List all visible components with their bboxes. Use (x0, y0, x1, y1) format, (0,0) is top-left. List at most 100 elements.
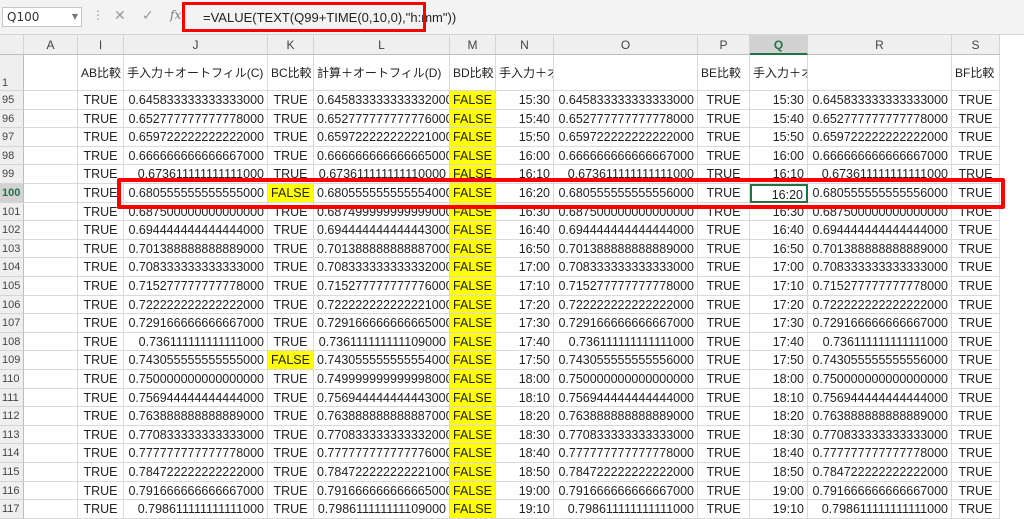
cell-i117[interactable]: TRUE (78, 500, 124, 519)
header-cell-n[interactable]: 手入力＋オートフィル+value&text€ (496, 55, 554, 91)
cell-p113[interactable]: TRUE (698, 425, 750, 445)
cell-k96[interactable]: TRUE (268, 109, 314, 129)
cell-j116[interactable]: 0.791666666666667000 (124, 481, 268, 501)
cell-m107[interactable]: FALSE (450, 314, 496, 333)
cell-o113[interactable]: 0.770833333333333000 (554, 425, 698, 445)
cell-a102[interactable] (24, 221, 78, 240)
cell-n114[interactable]: 18:40 (496, 444, 554, 463)
name-box[interactable]: Q100 ▼ (2, 7, 82, 27)
cell-i95[interactable]: TRUE (78, 91, 124, 110)
cell-j104[interactable]: 0.708333333333333000 (124, 258, 268, 277)
cell-r98[interactable]: 0.666666666666667000 (808, 146, 952, 166)
cell-s96[interactable]: TRUE (952, 109, 1000, 129)
cell-l112[interactable]: 0.763888888888887000 (314, 407, 450, 426)
cell-l111[interactable]: 0.756944444444443000 (314, 388, 450, 408)
cell-p114[interactable]: TRUE (698, 444, 750, 463)
cell-q106[interactable]: 17:20 (750, 295, 808, 315)
cell-q102[interactable]: 16:40 (750, 221, 808, 240)
cell-n116[interactable]: 19:00 (496, 481, 554, 501)
cell-a96[interactable] (24, 109, 78, 129)
cell-l109[interactable]: 0.743055555555554000 (314, 351, 450, 370)
column-header-r[interactable]: R (808, 35, 952, 55)
cell-r102[interactable]: 0.694444444444444000 (808, 221, 952, 240)
cell-p95[interactable]: TRUE (698, 91, 750, 110)
row-header-116[interactable]: 116 (0, 481, 24, 501)
cell-q95[interactable]: 15:30 (750, 91, 808, 110)
cell-o109[interactable]: 0.743055555555556000 (554, 351, 698, 370)
cell-p107[interactable]: TRUE (698, 314, 750, 333)
cell-j107[interactable]: 0.729166666666667000 (124, 314, 268, 333)
row-header-97[interactable]: 97 (0, 128, 24, 147)
column-header-l[interactable]: L (314, 35, 450, 55)
cell-o106[interactable]: 0.722222222222222000 (554, 295, 698, 315)
cell-m113[interactable]: FALSE (450, 425, 496, 445)
cell-k108[interactable]: TRUE (268, 332, 314, 352)
cell-j96[interactable]: 0.652777777777778000 (124, 109, 268, 129)
cell-q103[interactable]: 16:50 (750, 239, 808, 259)
cell-o111[interactable]: 0.756944444444444000 (554, 388, 698, 408)
row-header-98[interactable]: 98 (0, 146, 24, 166)
cell-l98[interactable]: 0.666666666666665000 (314, 146, 450, 166)
header-cell-s[interactable]: BF比較 (952, 55, 1000, 91)
cell-q109[interactable]: 17:50 (750, 351, 808, 370)
cell-o117[interactable]: 0.798611111111111000 (554, 500, 698, 519)
cell-r110[interactable]: 0.750000000000000000 (808, 370, 952, 389)
cell-j115[interactable]: 0.784722222222222000 (124, 463, 268, 482)
cell-j108[interactable]: 0.736111111111111000 (124, 332, 268, 352)
cell-r111[interactable]: 0.756944444444444000 (808, 388, 952, 408)
cell-s97[interactable]: TRUE (952, 128, 1000, 147)
cell-n113[interactable]: 18:30 (496, 425, 554, 445)
cell-p102[interactable]: TRUE (698, 221, 750, 240)
cell-a108[interactable] (24, 332, 78, 352)
cell-a113[interactable] (24, 425, 78, 445)
cell-o97[interactable]: 0.659722222222222000 (554, 128, 698, 147)
row-header-112[interactable]: 112 (0, 407, 24, 426)
cell-p112[interactable]: TRUE (698, 407, 750, 426)
row-header-109[interactable]: 109 (0, 351, 24, 370)
cell-m106[interactable]: FALSE (450, 295, 496, 315)
cell-o116[interactable]: 0.791666666666667000 (554, 481, 698, 501)
cell-q112[interactable]: 18:20 (750, 407, 808, 426)
cell-p106[interactable]: TRUE (698, 295, 750, 315)
row-header-101[interactable]: 101 (0, 202, 24, 222)
chevron-down-icon[interactable]: ▼ (72, 8, 78, 26)
cell-p117[interactable]: TRUE (698, 500, 750, 519)
cell-q104[interactable]: 17:00 (750, 258, 808, 277)
cell-r108[interactable]: 0.736111111111111000 (808, 332, 952, 352)
row-header-103[interactable]: 103 (0, 239, 24, 259)
cell-m95[interactable]: FALSE (450, 91, 496, 110)
cell-s115[interactable]: TRUE (952, 463, 1000, 482)
cell-o104[interactable]: 0.708333333333333000 (554, 258, 698, 277)
enter-icon[interactable]: ✓ (142, 8, 154, 24)
cell-s114[interactable]: TRUE (952, 444, 1000, 463)
cell-k104[interactable]: TRUE (268, 258, 314, 277)
cell-j102[interactable]: 0.694444444444444000 (124, 221, 268, 240)
cell-n107[interactable]: 17:30 (496, 314, 554, 333)
insert-function-icon[interactable]: fx (170, 8, 181, 22)
cell-n95[interactable]: 15:30 (496, 91, 554, 110)
cell-i106[interactable]: TRUE (78, 295, 124, 315)
cell-q110[interactable]: 18:00 (750, 370, 808, 389)
row-header-113[interactable]: 113 (0, 425, 24, 445)
cell-n102[interactable]: 16:40 (496, 221, 554, 240)
cell-s117[interactable]: TRUE (952, 500, 1000, 519)
cell-a104[interactable] (24, 258, 78, 277)
cell-s104[interactable]: TRUE (952, 258, 1000, 277)
row-header-99[interactable]: 99 (0, 165, 24, 184)
cell-k102[interactable]: TRUE (268, 221, 314, 240)
cell-m109[interactable]: FALSE (450, 351, 496, 370)
cell-l108[interactable]: 0.736111111111109000 (314, 332, 450, 352)
cell-r116[interactable]: 0.791666666666667000 (808, 481, 952, 501)
cell-a99[interactable] (24, 165, 78, 184)
cell-s110[interactable]: TRUE (952, 370, 1000, 389)
cell-m104[interactable]: FALSE (450, 258, 496, 277)
cell-p115[interactable]: TRUE (698, 463, 750, 482)
cell-j112[interactable]: 0.763888888888889000 (124, 407, 268, 426)
row-header-117[interactable]: 117 (0, 500, 24, 519)
cell-o102[interactable]: 0.694444444444444000 (554, 221, 698, 240)
cell-i109[interactable]: TRUE (78, 351, 124, 370)
cell-p103[interactable]: TRUE (698, 239, 750, 259)
cell-s106[interactable]: TRUE (952, 295, 1000, 315)
cell-a111[interactable] (24, 388, 78, 408)
header-cell-l[interactable]: 計算＋オートフィル(D) (314, 55, 450, 91)
